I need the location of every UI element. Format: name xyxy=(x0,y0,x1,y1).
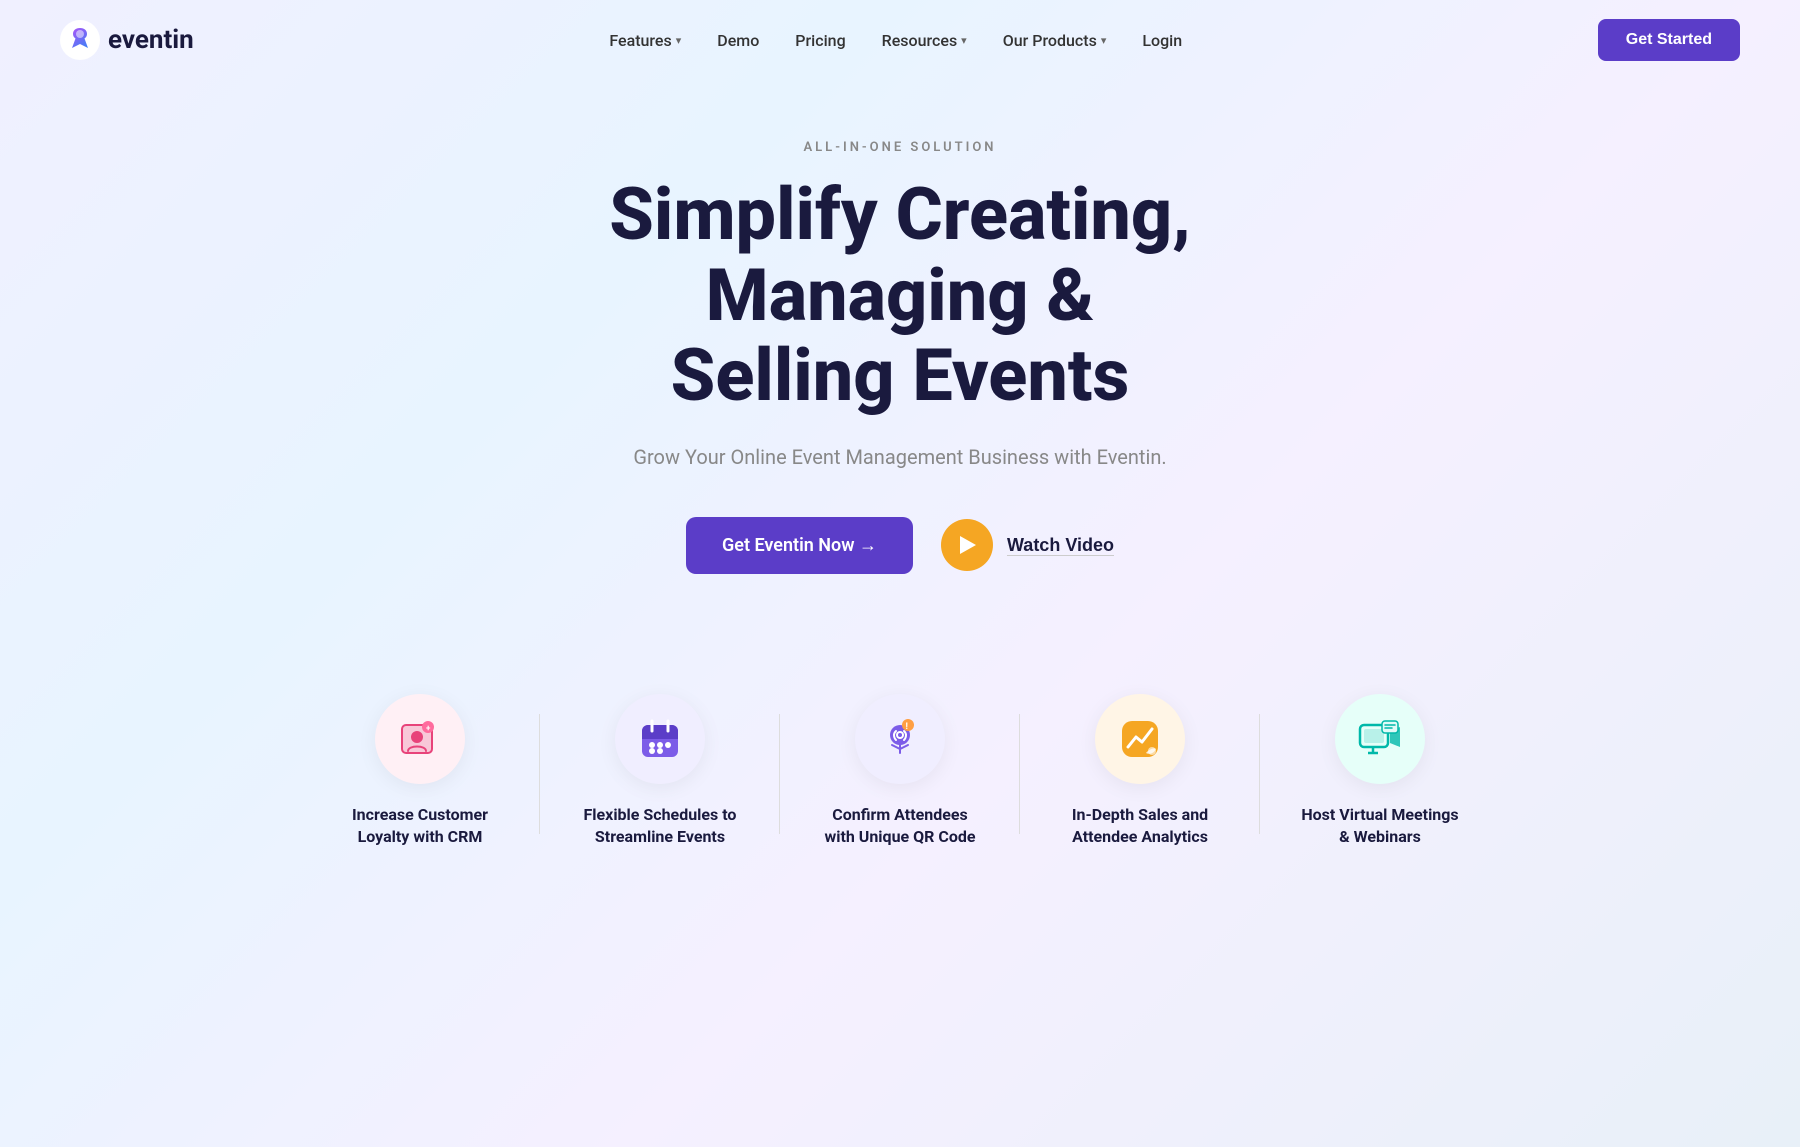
feature-schedule: Flexible Schedules toStreamline Events xyxy=(540,694,780,849)
feature-crm: + Increase CustomerLoyalty with CRM xyxy=(300,694,540,849)
hero-eyebrow: ALL-IN-ONE SOLUTION xyxy=(40,140,1760,155)
nav-item-login[interactable]: Login xyxy=(1142,31,1182,50)
crm-icon: + xyxy=(398,717,442,761)
nav-item-demo[interactable]: Demo xyxy=(717,31,759,50)
hero-buttons: Get Eventin Now → Watch Video xyxy=(40,517,1760,574)
chevron-down-icon: ▾ xyxy=(676,34,682,47)
hero-primary-cta[interactable]: Get Eventin Now → xyxy=(686,517,913,574)
logo-icon xyxy=(60,20,100,60)
feature-analytics: In-Depth Sales andAttendee Analytics xyxy=(1020,694,1260,849)
nav-cta-button[interactable]: Get Started xyxy=(1598,19,1740,61)
svg-text:!: ! xyxy=(906,722,908,732)
play-icon xyxy=(941,519,993,571)
navbar: eventin Features ▾ Demo Pricing Resource… xyxy=(0,0,1800,80)
hero-title: Simplify Creating, Managing & Selling Ev… xyxy=(470,175,1330,417)
feature-virtual: Host Virtual Meetings& Webinars xyxy=(1260,694,1500,849)
qr-label: Confirm Attendeeswith Unique QR Code xyxy=(824,804,975,849)
video-label: Watch Video xyxy=(1007,535,1114,556)
feature-qr: ! Confirm Attendeeswith Unique QR Code xyxy=(780,694,1020,849)
chevron-down-icon: ▾ xyxy=(1101,34,1107,47)
hero-video-cta[interactable]: Watch Video xyxy=(941,519,1114,571)
nav-item-products[interactable]: Our Products ▾ xyxy=(1003,31,1107,50)
nav-item-features[interactable]: Features ▾ xyxy=(609,31,681,50)
analytics-label: In-Depth Sales andAttendee Analytics xyxy=(1072,804,1208,849)
nav-item-resources[interactable]: Resources ▾ xyxy=(882,31,967,50)
virtual-label: Host Virtual Meetings& Webinars xyxy=(1301,804,1458,849)
chevron-down-icon: ▾ xyxy=(961,34,967,47)
crm-label: Increase CustomerLoyalty with CRM xyxy=(352,804,488,849)
schedule-label: Flexible Schedules toStreamline Events xyxy=(584,804,737,849)
crm-icon-wrap: + xyxy=(375,694,465,784)
logo[interactable]: eventin xyxy=(60,20,194,60)
logo-text: eventin xyxy=(108,25,194,55)
nav-item-pricing[interactable]: Pricing xyxy=(795,31,845,50)
hero-subtitle: Grow Your Online Event Management Busine… xyxy=(40,445,1760,469)
virtual-icon-wrap xyxy=(1335,694,1425,784)
features-strip: + Increase CustomerLoyalty with CRM Flex… xyxy=(0,694,1800,849)
svg-text:+: + xyxy=(426,724,431,733)
virtual-icon xyxy=(1358,717,1402,761)
qr-icon: ! xyxy=(878,717,922,761)
nav-links: Features ▾ Demo Pricing Resources ▾ Our … xyxy=(609,31,1182,50)
hero-section: ALL-IN-ONE SOLUTION Simplify Creating, M… xyxy=(0,80,1800,694)
analytics-icon-wrap xyxy=(1095,694,1185,784)
schedule-icon-wrap xyxy=(615,694,705,784)
qr-icon-wrap: ! xyxy=(855,694,945,784)
calendar-icon xyxy=(638,717,682,761)
analytics-icon xyxy=(1118,717,1162,761)
